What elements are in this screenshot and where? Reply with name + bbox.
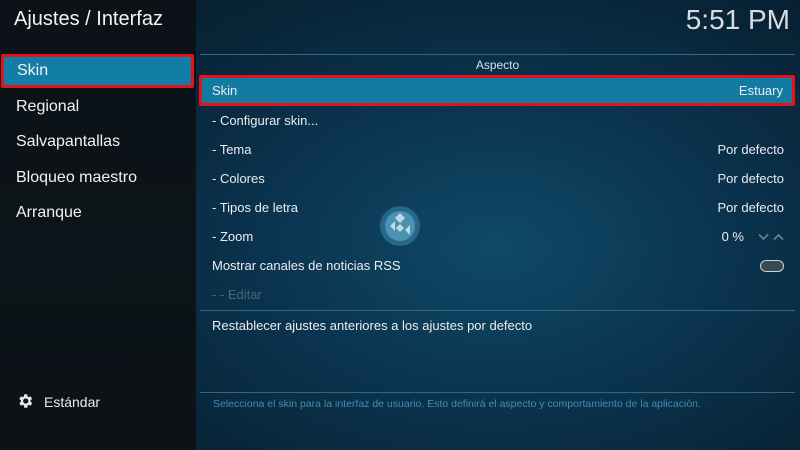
setting-label: - Tema	[212, 142, 252, 157]
setting-label: Mostrar canales de noticias RSS	[212, 258, 401, 273]
setting-label: Restablecer ajustes anteriores a los aju…	[212, 318, 533, 333]
divider	[200, 54, 795, 55]
setting-row-skin[interactable]: Skin Estuary	[199, 75, 795, 106]
setting-value: Por defecto	[717, 142, 785, 157]
setting-row-edit: - - Editar	[199, 280, 795, 309]
setting-row-colors[interactable]: - Colores Por defecto	[199, 164, 795, 193]
sidebar-item-arranque[interactable]: Arranque	[0, 196, 193, 230]
settings-level-label: Estándar	[44, 394, 101, 410]
page-title: Ajustes / Interfaz	[14, 8, 163, 30]
setting-label: - Configurar skin...	[212, 113, 319, 128]
setting-label: - - Editar	[212, 287, 262, 302]
setting-value: Por defecto	[717, 200, 785, 215]
setting-value: Por defecto	[717, 171, 785, 186]
chevron-down-icon[interactable]	[758, 229, 769, 244]
setting-row-zoom[interactable]: - Zoom 0 %	[199, 222, 795, 251]
sidebar-item-label: Bloqueo maestro	[16, 169, 137, 186]
kodi-logo-icon	[378, 204, 422, 253]
settings-level-button[interactable]: Estándar	[16, 392, 100, 412]
setting-label: - Tipos de letra	[212, 200, 298, 215]
sidebar-item-label: Salvapantallas	[16, 133, 121, 150]
setting-label: - Zoom	[212, 229, 254, 244]
chevron-up-icon[interactable]	[773, 229, 784, 244]
setting-row-rss[interactable]: Mostrar canales de noticias RSS	[199, 251, 795, 280]
sidebar-item-skin[interactable]: Skin	[1, 54, 194, 88]
rss-toggle[interactable]	[760, 259, 784, 272]
setting-value: 0 %	[721, 229, 744, 244]
setting-row-reset[interactable]: Restablecer ajustes anteriores a los aju…	[199, 311, 795, 340]
sidebar-item-regional[interactable]: Regional	[0, 90, 193, 124]
setting-row-theme[interactable]: - Tema Por defecto	[199, 135, 795, 164]
setting-row-configure-skin[interactable]: - Configurar skin...	[199, 106, 795, 135]
sidebar-item-label: Regional	[16, 98, 80, 115]
setting-label: - Colores	[212, 171, 265, 186]
sidebar-item-label: Skin	[17, 62, 49, 79]
sidebar-item-label: Arranque	[16, 204, 82, 221]
clock: 5:51 PM	[685, 4, 790, 35]
setting-label: Skin	[212, 83, 238, 98]
gear-icon	[16, 392, 34, 413]
setting-value: Estuary	[738, 83, 783, 98]
divider	[200, 392, 795, 393]
section-title: Aspecto	[475, 58, 520, 72]
sidebar-item-bloqueo-maestro[interactable]: Bloqueo maestro	[0, 161, 193, 195]
setting-row-fonts[interactable]: - Tipos de letra Por defecto	[199, 193, 795, 222]
setting-description: Selecciona el skin para la interfaz de u…	[213, 398, 701, 410]
sidebar-item-salvapantallas[interactable]: Salvapantallas	[0, 125, 193, 159]
